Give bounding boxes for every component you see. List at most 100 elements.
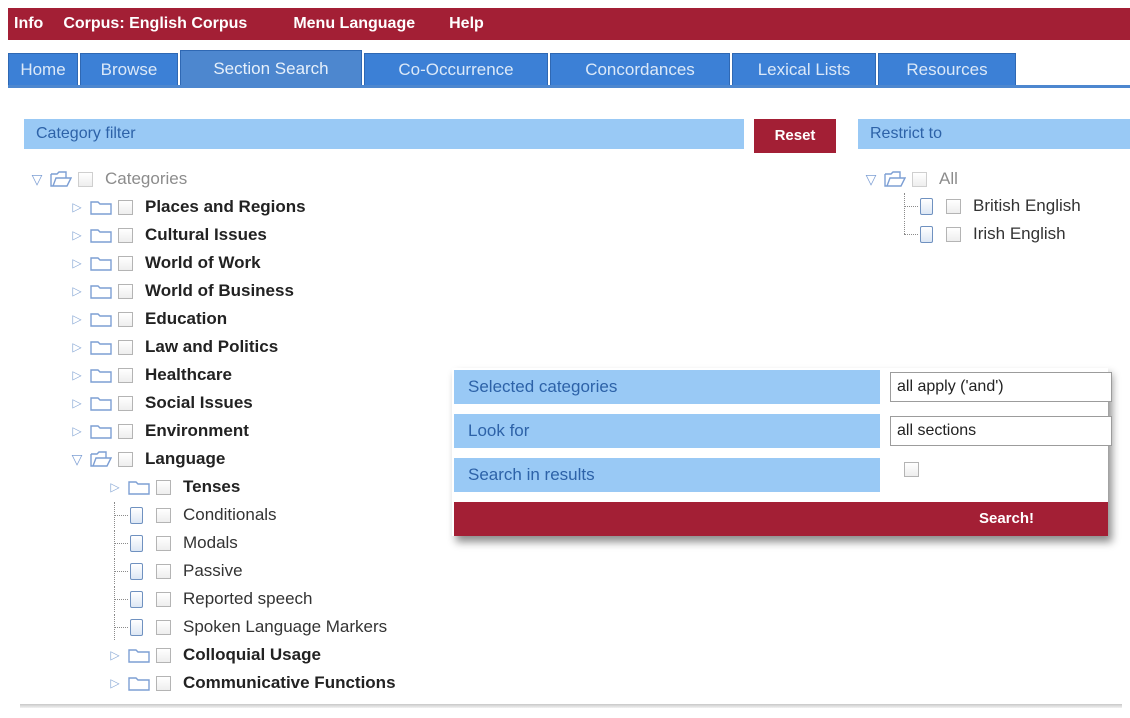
category-checkbox[interactable]	[156, 591, 171, 607]
tree-label: Conditionals	[183, 505, 277, 524]
folder-icon	[90, 227, 112, 243]
tree-label: Law and Politics	[145, 337, 279, 356]
tab-lexical-lists[interactable]: Lexical Lists	[732, 53, 876, 85]
expand-arrow-icon[interactable]: ▷	[72, 228, 81, 242]
search-button[interactable]: Search!	[454, 502, 1108, 536]
tree-connector	[102, 586, 128, 612]
category-checkbox[interactable]	[156, 675, 171, 691]
category-checkbox[interactable]	[156, 535, 171, 551]
folder-icon	[90, 311, 112, 327]
expand-arrow-icon[interactable]: ▷	[110, 480, 119, 494]
tree-label: British English	[973, 196, 1081, 215]
tab-resources[interactable]: Resources	[878, 53, 1016, 85]
tree-row-social: ▷ Social Issues	[64, 390, 253, 416]
selected-categories-select[interactable]: all apply ('and')	[890, 372, 1112, 402]
variety-checkbox[interactable]	[946, 226, 961, 242]
category-checkbox[interactable]	[156, 647, 171, 663]
tree-label: Categories	[105, 169, 188, 188]
tree-label: Spoken Language Markers	[183, 617, 388, 636]
tree-connector	[892, 193, 918, 219]
tree-row-modals: Modals	[102, 530, 238, 556]
expand-arrow-icon[interactable]: ▷	[72, 368, 81, 382]
category-checkbox[interactable]	[118, 227, 133, 243]
tab-browse[interactable]: Browse	[80, 53, 178, 85]
collapse-arrow-icon[interactable]: ▽	[866, 171, 877, 188]
expand-arrow-icon[interactable]: ▷	[72, 200, 81, 214]
tree-row-british-english: British English	[892, 193, 1081, 219]
tree-row-environment: ▷ Environment	[64, 418, 249, 444]
expand-arrow-icon[interactable]: ▷	[72, 424, 81, 438]
tree-label: Passive	[183, 561, 243, 580]
folder-icon	[128, 647, 150, 663]
collapse-arrow-icon[interactable]: ▽	[72, 451, 83, 468]
document-icon	[130, 618, 143, 636]
tree-connector	[102, 614, 128, 640]
category-checkbox[interactable]	[156, 563, 171, 579]
tree-row-law: ▷ Law and Politics	[64, 334, 278, 360]
expand-arrow-icon[interactable]: ▷	[72, 284, 81, 298]
category-checkbox[interactable]	[118, 395, 133, 411]
menu-corpus[interactable]: Corpus: English Corpus	[53, 15, 257, 33]
category-checkbox[interactable]	[156, 479, 171, 495]
restrict-to-header: Restrict to	[858, 119, 1130, 149]
tree-row-colloquial: ▷ Colloquial Usage	[102, 642, 321, 668]
tree-row-categories: ▽ Categories	[24, 166, 188, 192]
expand-arrow-icon[interactable]: ▷	[72, 396, 81, 410]
tree-label: Reported speech	[183, 589, 313, 608]
tree-row-language: ▽ Language	[64, 446, 226, 472]
folder-icon	[90, 339, 112, 355]
document-icon	[920, 197, 933, 215]
look-for-row: Look for all sections	[454, 414, 1112, 448]
tab-bar: Home Browse Section Search Co-Occurrence…	[8, 50, 1130, 88]
tab-co-occurrence[interactable]: Co-Occurrence	[364, 53, 548, 85]
document-icon	[130, 506, 143, 524]
folder-icon	[90, 423, 112, 439]
expand-arrow-icon[interactable]: ▷	[110, 676, 119, 690]
look-for-select[interactable]: all sections	[890, 416, 1112, 446]
folder-icon	[90, 255, 112, 271]
collapse-arrow-icon[interactable]: ▽	[32, 171, 43, 188]
document-icon	[130, 562, 143, 580]
variety-checkbox[interactable]	[946, 198, 961, 214]
category-checkbox[interactable]	[118, 367, 133, 383]
category-checkbox[interactable]	[118, 451, 133, 467]
tree-row-healthcare: ▷ Healthcare	[64, 362, 232, 388]
category-checkbox[interactable]	[118, 255, 133, 271]
document-icon	[130, 590, 143, 608]
tab-concordances[interactable]: Concordances	[550, 53, 730, 85]
menu-language[interactable]: Menu Language	[257, 15, 425, 33]
expand-arrow-icon[interactable]: ▷	[72, 256, 81, 270]
category-checkbox[interactable]	[156, 619, 171, 635]
category-checkbox[interactable]	[118, 339, 133, 355]
menu-info[interactable]: Info	[8, 15, 53, 33]
categories-checkbox[interactable]	[78, 171, 93, 187]
expand-arrow-icon[interactable]: ▷	[72, 340, 81, 354]
selected-categories-row: Selected categories all apply ('and')	[454, 370, 1112, 404]
tree-label: Social Issues	[145, 393, 253, 412]
tree-row-education: ▷ Education	[64, 306, 227, 332]
tree-label: Colloquial Usage	[183, 645, 321, 664]
expand-arrow-icon[interactable]: ▷	[110, 648, 119, 662]
open-folder-icon	[90, 451, 112, 467]
open-folder-icon	[884, 171, 906, 187]
search-in-results-checkbox[interactable]	[904, 462, 919, 477]
tab-section-search[interactable]: Section Search	[180, 50, 362, 85]
category-checkbox[interactable]	[118, 423, 133, 439]
category-checkbox[interactable]	[118, 311, 133, 327]
tree-label: Cultural Issues	[145, 225, 267, 244]
search-in-results-label: Search in results	[454, 458, 880, 492]
tree-connector	[102, 558, 128, 584]
all-checkbox[interactable]	[912, 171, 927, 187]
category-checkbox[interactable]	[118, 283, 133, 299]
folder-icon	[128, 675, 150, 691]
expand-arrow-icon[interactable]: ▷	[72, 312, 81, 326]
category-checkbox[interactable]	[156, 507, 171, 523]
reset-button[interactable]: Reset	[754, 119, 836, 153]
tree-connector	[102, 502, 128, 528]
category-checkbox[interactable]	[118, 199, 133, 215]
menu-help[interactable]: Help	[425, 15, 494, 33]
tab-home[interactable]: Home	[8, 53, 78, 85]
tree-label: Communicative Functions	[183, 673, 396, 692]
tree-label: All	[939, 169, 958, 188]
selected-categories-label: Selected categories	[454, 370, 880, 404]
